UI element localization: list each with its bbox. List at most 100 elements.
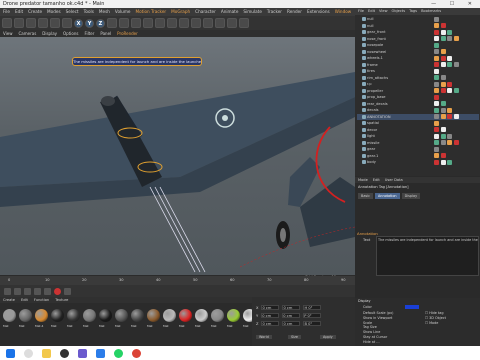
- tag-icon[interactable]: [447, 114, 452, 120]
- display-checkbox-label[interactable]: ☐ 3D Object: [425, 316, 446, 320]
- material-ball[interactable]: [83, 309, 96, 322]
- object-manager-menu-item[interactable]: View: [379, 8, 388, 15]
- axis-z-button[interactable]: Z: [96, 18, 105, 28]
- tag-icon[interactable]: [440, 62, 446, 68]
- material-ball[interactable]: [227, 309, 240, 322]
- tag-icon[interactable]: [440, 140, 446, 146]
- object-row[interactable]: propeller: [357, 88, 479, 94]
- menu-item[interactable]: Window: [335, 8, 352, 16]
- object-row[interactable]: missile: [357, 140, 479, 146]
- menu-item[interactable]: Simulate: [243, 8, 262, 16]
- tag-icon[interactable]: [434, 16, 439, 22]
- tag-icon[interactable]: [447, 159, 452, 165]
- tag-icon[interactable]: [453, 88, 459, 94]
- deformer-icon[interactable]: [203, 18, 213, 28]
- menu-item[interactable]: Motion Tracker: [136, 8, 167, 16]
- viewport-menu-item[interactable]: ProRender: [117, 30, 138, 37]
- tag-icon[interactable]: [434, 107, 439, 113]
- record-icon[interactable]: [54, 287, 61, 295]
- axis-x-button[interactable]: X: [74, 18, 83, 28]
- tag-icon[interactable]: [434, 75, 439, 81]
- tag-icon[interactable]: [447, 36, 452, 42]
- tag-icon[interactable]: [440, 159, 446, 165]
- coord-position-field[interactable]: 0 cm: [261, 313, 280, 318]
- render-view-icon[interactable]: [119, 18, 129, 28]
- material-ball[interactable]: [131, 309, 144, 322]
- object-row[interactable]: nose_front: [357, 36, 479, 42]
- camera-icon[interactable]: [227, 18, 237, 28]
- goto-start-icon[interactable]: [4, 287, 11, 295]
- tag-icon[interactable]: [440, 88, 446, 94]
- coord-position-field[interactable]: 0 cm: [261, 305, 280, 310]
- tag-icon[interactable]: [453, 114, 459, 120]
- timeline[interactable]: 0 10 20 30 40 50 60 70 80 90: [0, 276, 355, 285]
- scale-icon[interactable]: [50, 18, 60, 28]
- material-ball[interactable]: [99, 309, 112, 322]
- object-manager-menu-item[interactable]: Tags: [409, 8, 417, 15]
- teams-icon[interactable]: [78, 348, 87, 358]
- tag-icon[interactable]: [434, 81, 439, 87]
- material-ball[interactable]: [163, 309, 176, 322]
- material-menu-item[interactable]: Create: [3, 297, 15, 303]
- next-key-icon[interactable]: [34, 287, 41, 295]
- menu-item[interactable]: Mesh: [99, 8, 110, 16]
- cube-icon[interactable]: [155, 18, 165, 28]
- material-ball[interactable]: [115, 309, 128, 322]
- material-ball[interactable]: [67, 309, 80, 322]
- tag-icon[interactable]: [440, 101, 446, 107]
- cinema4d-icon[interactable]: [60, 348, 69, 358]
- tag-icon[interactable]: [453, 36, 459, 42]
- attribute-tab[interactable]: Annotation: [374, 193, 400, 199]
- menu-item[interactable]: Edit: [15, 8, 23, 16]
- object-row[interactable]: gear.1: [357, 153, 479, 159]
- viewport-menu-item[interactable]: Panel: [100, 30, 111, 37]
- object-manager-menu-item[interactable]: Bookmarks: [421, 8, 441, 15]
- menu-item[interactable]: File: [3, 8, 10, 16]
- menu-item[interactable]: Render: [287, 8, 302, 16]
- material-ball[interactable]: [179, 309, 192, 322]
- floor-icon[interactable]: [215, 18, 225, 28]
- menu-item[interactable]: Create: [28, 8, 42, 16]
- file-explorer-icon[interactable]: [42, 348, 51, 358]
- tag-icon[interactable]: [434, 120, 439, 126]
- menu-item[interactable]: Animate: [221, 8, 239, 16]
- material-ball[interactable]: [3, 309, 16, 322]
- tag-icon[interactable]: [447, 107, 452, 113]
- tag-icon[interactable]: [440, 23, 446, 29]
- viewport-menu-item[interactable]: View: [3, 30, 13, 37]
- tag-icon[interactable]: [447, 81, 452, 87]
- windows-start-icon[interactable]: [6, 348, 15, 358]
- annotation-bubble[interactable]: The missiles are independent for launch …: [72, 57, 202, 66]
- object-row[interactable]: frame: [357, 62, 479, 68]
- viewport-menu-item[interactable]: Options: [63, 30, 78, 37]
- viewport-menu-item[interactable]: Filter: [84, 30, 94, 37]
- tag-icon[interactable]: [447, 140, 452, 146]
- menu-item[interactable]: Modes: [47, 8, 61, 16]
- vscode-icon[interactable]: [96, 348, 105, 358]
- tag-icon[interactable]: [434, 42, 439, 48]
- coord-rotation-field[interactable]: B 0°: [303, 321, 322, 326]
- object-row[interactable]: decor: [357, 127, 479, 133]
- window-controls[interactable]: — ☐ ✕: [431, 0, 478, 8]
- light-icon[interactable]: [239, 18, 249, 28]
- attribute-menu-item[interactable]: User Data: [385, 177, 403, 183]
- subdivision-icon[interactable]: [179, 18, 189, 28]
- object-row[interactable]: nosepole: [357, 42, 479, 48]
- tag-icon[interactable]: [447, 133, 452, 139]
- object-row[interactable]: wheels.1: [357, 55, 479, 61]
- material-menu-item[interactable]: Function: [34, 297, 49, 303]
- object-row[interactable]: tires: [357, 68, 479, 74]
- tag-icon[interactable]: [447, 55, 452, 61]
- material-ball[interactable]: [35, 309, 48, 322]
- tag-icon[interactable]: [440, 127, 446, 133]
- coord-position-field[interactable]: 0 cm: [261, 321, 280, 326]
- object-row[interactable]: nosewheel: [357, 49, 479, 55]
- object-row[interactable]: null: [357, 23, 479, 29]
- whatsapp-icon[interactable]: [114, 348, 123, 358]
- tag-icon[interactable]: [434, 36, 439, 42]
- tag-icon[interactable]: [447, 88, 452, 94]
- annotation-text-field[interactable]: The missiles are independent for launch …: [376, 236, 479, 276]
- tag-icon[interactable]: [440, 114, 446, 120]
- coordinate-system-icon[interactable]: [107, 18, 117, 28]
- attribute-tab[interactable]: Basic: [358, 193, 373, 199]
